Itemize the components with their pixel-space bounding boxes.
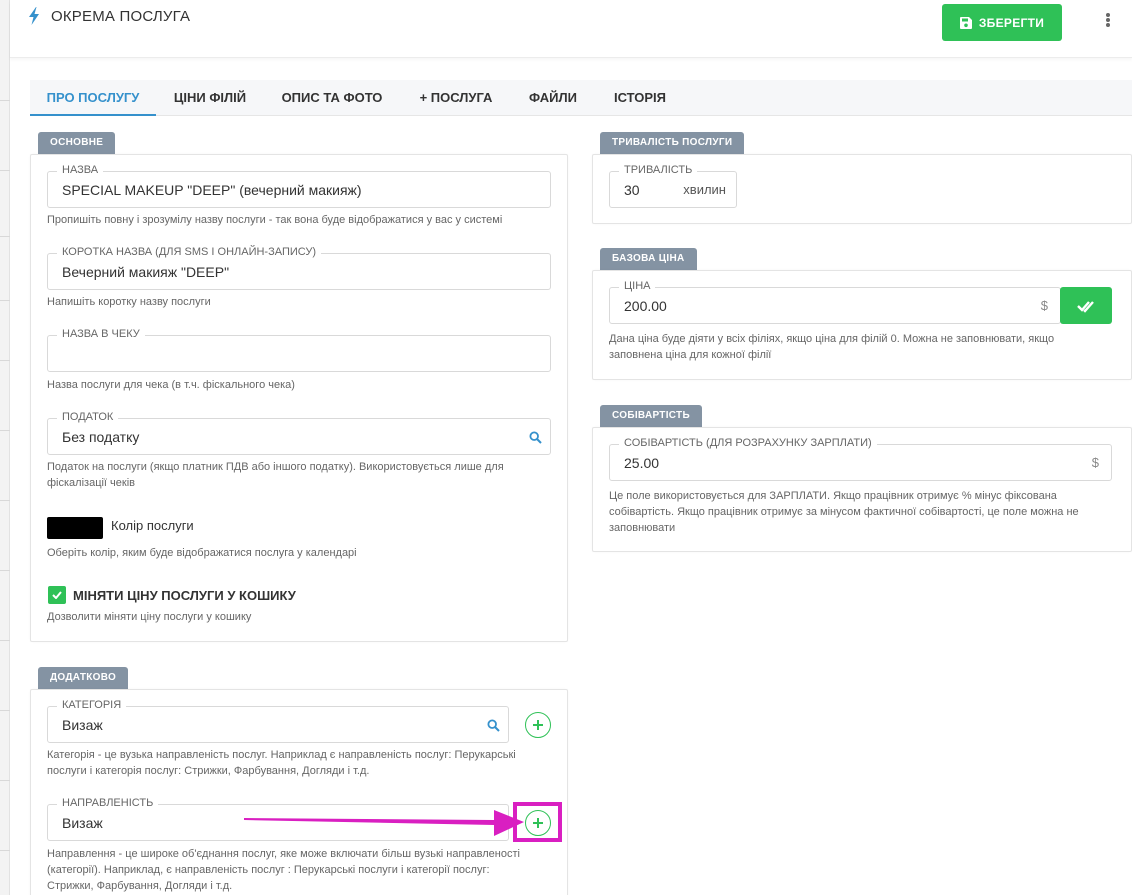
apply-price-button[interactable] <box>1060 287 1112 324</box>
category-hint-line1: Категорія - це вузька направленість посл… <box>47 749 516 761</box>
change-price-checkbox[interactable] <box>48 586 66 604</box>
short-name-field[interactable]: КОРОТКА НАЗВА (ДЛЯ SMS І ОНЛАЙН-ЗАПИСУ) … <box>47 245 551 290</box>
extra-section-tag: ДОДАТКОВО <box>38 667 129 689</box>
tab-plus-service[interactable]: + ПОСЛУГА <box>408 80 504 116</box>
base-price-hint-line1: Дана ціна буде діяти у всіх філіях, якщо… <box>609 333 1055 345</box>
cost-field[interactable]: СОБІВАРТІСТЬ (ДЛЯ РОЗРАХУНКУ ЗАРПЛАТИ) 2… <box>609 436 1112 481</box>
color-label: Колір послуги <box>111 518 194 533</box>
base-price-hint-line2: заповнена ціна для кожної філії <box>609 349 772 361</box>
tab-about-service[interactable]: ПРО ПОСЛУГУ <box>30 80 156 116</box>
tab-bar: ПРО ПОСЛУГУ ЦІНИ ФІЛІЙ ОПИС ТА ФОТО + ПО… <box>30 80 1132 116</box>
receipt-name-field[interactable]: НАЗВА В ЧЕКУ <box>47 327 551 372</box>
basic-section-tag: ОСНОВНЕ <box>38 132 116 154</box>
cost-section-tag: СОБІВАРТІСТЬ <box>600 405 702 427</box>
price-currency: $ <box>1040 298 1048 313</box>
plus-icon <box>533 720 543 730</box>
bolt-icon <box>29 7 39 25</box>
vertical-dots-icon[interactable] <box>1105 13 1111 29</box>
save-button-label: ЗБЕРЕГТИ <box>978 15 1045 30</box>
short-name-hint: Напишіть коротку назву послуги <box>47 296 211 308</box>
tab-files[interactable]: ФАЙЛИ <box>516 80 590 116</box>
duration-field[interactable]: ТРИВАЛІСТЬ 30 хвилин <box>609 163 737 208</box>
change-price-label: МІНЯТИ ЦІНУ ПОСЛУГИ У КОШИКУ <box>73 588 296 603</box>
search-icon[interactable] <box>529 430 542 444</box>
page-header: ОКРЕМА ПОСЛУГА ЗБЕРЕГТИ <box>10 0 1132 58</box>
double-check-icon <box>1077 300 1094 313</box>
name-input[interactable]: SPECIAL MAKEUP "DEEP" (вечерний макияж) <box>62 172 362 207</box>
direction-hint-line1: Направлення - це широке об'єднання послу… <box>47 848 520 860</box>
tax-hint-line2: фіскалізації чеків <box>47 477 135 489</box>
short-name-input[interactable]: Вечерний макияж "DEEP" <box>62 254 229 289</box>
change-price-hint: Дозволити міняти ціну послуги у кошику <box>47 611 252 623</box>
tab-description-photo[interactable]: ОПИС ТА ФОТО <box>276 80 388 116</box>
cost-currency: $ <box>1091 455 1099 470</box>
color-swatch[interactable] <box>47 517 103 539</box>
tax-hint-line1: Податок на послуги (якщо платник ПДВ або… <box>47 461 504 473</box>
check-icon <box>52 591 62 599</box>
direction-hint-line2: (категорії). Наприклад, є направленість … <box>47 864 490 876</box>
tax-select[interactable]: ПОДАТОК Без податку <box>47 410 551 455</box>
duration-input[interactable]: 30 <box>624 172 640 207</box>
direction-hint-line3: Стрижки, Фарбування, Догляди і т.д. <box>47 880 233 892</box>
search-icon[interactable] <box>487 718 500 732</box>
annotation-arrow <box>244 810 524 836</box>
tab-branch-prices[interactable]: ЦІНИ ФІЛІЙ <box>160 80 260 116</box>
floppy-disk-icon <box>959 16 972 29</box>
duration-section-tag: ТРИВАЛІСТЬ ПОСЛУГИ <box>600 132 745 154</box>
left-sidebar-edge <box>0 0 10 895</box>
price-field[interactable]: ЦІНА 200.00 $ <box>609 279 1061 324</box>
tab-history[interactable]: ІСТОРІЯ <box>600 80 680 116</box>
annotation-highlight-box <box>513 802 562 842</box>
color-hint: Оберіть колір, яким буде відображатися п… <box>47 547 357 559</box>
duration-unit: хвилин <box>683 182 726 197</box>
price-input[interactable]: 200.00 <box>624 288 667 323</box>
category-select[interactable]: КАТЕГОРІЯ Визаж <box>47 698 509 743</box>
receipt-name-hint: Назва послуги для чека (в т.ч. фіскально… <box>47 379 295 391</box>
cost-input[interactable]: 25.00 <box>624 445 659 480</box>
category-hint-line2: послуги і категорія послуг: Стрижки, Фар… <box>47 765 370 777</box>
add-category-button[interactable] <box>525 712 551 738</box>
name-hint: Пропишіть повну і зрозумілу назву послуг… <box>47 214 503 226</box>
save-button[interactable]: ЗБЕРЕГТИ <box>942 4 1062 41</box>
name-field[interactable]: НАЗВА SPECIAL MAKEUP "DEEP" (вечерний ма… <box>47 163 551 208</box>
base-price-section-tag: БАЗОВА ЦІНА <box>600 248 697 270</box>
cost-hint-line2: собівартість. Якщо працівник отримує за … <box>609 506 1079 518</box>
service-edit-page: ОКРЕМА ПОСЛУГА ЗБЕРЕГТИ ПРО ПОСЛУГУ ЦІНИ… <box>10 0 1132 895</box>
page-title: ОКРЕМА ПОСЛУГА <box>51 8 191 25</box>
cost-hint-line3: заповнювати <box>609 522 676 534</box>
cost-hint-line1: Це поле використовується для ЗАРПЛАТИ. Я… <box>609 490 1057 502</box>
